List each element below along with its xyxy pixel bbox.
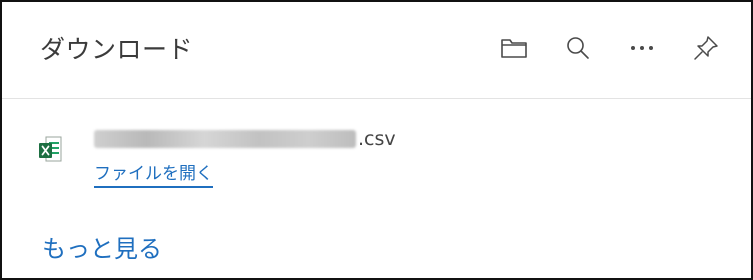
download-filename: .csv: [94, 127, 396, 151]
pin-downloads-button[interactable]: [686, 28, 726, 68]
redacted-filename: [94, 130, 356, 148]
open-downloads-folder-button[interactable]: [494, 28, 534, 68]
download-item[interactable]: .csv ファイルを開く: [2, 99, 751, 199]
excel-icon: [38, 135, 62, 165]
panel-title: ダウンロード: [40, 35, 194, 64]
file-extension: .csv: [358, 128, 396, 150]
pin-icon: [694, 36, 718, 60]
search-icon: [567, 37, 589, 59]
show-more-link[interactable]: もっと見る: [42, 229, 162, 264]
downloads-panel: ダウンロード .csv ファイルを開く もっと見る: [0, 0, 753, 280]
more-options-button[interactable]: [622, 28, 662, 68]
downloads-header: ダウンロード: [2, 2, 751, 99]
more-options-icon: [631, 46, 653, 50]
open-file-link[interactable]: ファイルを開く: [94, 159, 213, 188]
folder-icon: [501, 39, 527, 58]
search-downloads-button[interactable]: [558, 28, 598, 68]
